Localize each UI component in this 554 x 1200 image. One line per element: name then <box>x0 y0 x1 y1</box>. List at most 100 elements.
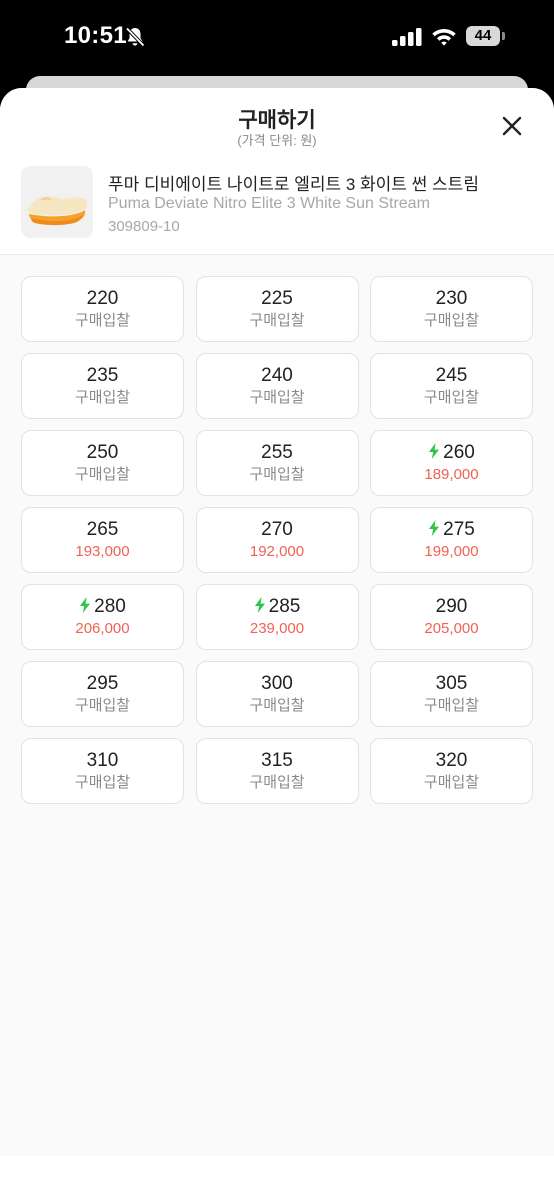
size-label: 290 <box>371 596 532 618</box>
sheet-header: 구매하기 (가격 단위: 원) 푸마 디비에이트 나이트로 엘리트 3 화이트 … <box>0 88 554 254</box>
size-price: 192,000 <box>249 543 305 560</box>
size-label: 245 <box>371 365 532 387</box>
battery-tip <box>502 32 505 40</box>
size-value: 220 <box>86 288 119 309</box>
size-grid: 220 구매입찰 225 구매입찰 230 구매입찰 235 구매입찰 240 구매입찰 245 구매… <box>21 276 533 804</box>
size-price: 193,000 <box>75 543 130 560</box>
size-option-235[interactable]: 235 구매입찰 <box>21 353 184 419</box>
size-value: 320 <box>435 750 468 771</box>
purchase-sheet: 구매하기 (가격 단위: 원) 푸마 디비에이트 나이트로 엘리트 3 화이트 … <box>0 88 554 1200</box>
size-option-225[interactable]: 225 구매입찰 <box>195 276 359 342</box>
size-value: 265 <box>86 519 119 540</box>
bid-label: 구매입찰 <box>74 312 131 329</box>
bid-label: 구매입찰 <box>249 312 305 329</box>
status-time: 10:51 <box>64 22 127 49</box>
size-price: 206,000 <box>75 620 130 637</box>
size-label: 265 <box>22 519 183 541</box>
size-label: 255 <box>197 442 358 464</box>
size-option-310[interactable]: 310 구매입찰 <box>21 738 184 804</box>
size-value: 245 <box>435 365 468 386</box>
size-value: 310 <box>86 750 119 771</box>
product-name-korean: 푸마 디비에이트 나이트로 엘리트 3 화이트 썬 스트림 <box>108 175 479 194</box>
size-option-290[interactable]: 290 205,000 <box>370 584 533 650</box>
size-label: 295 <box>22 673 183 695</box>
bid-label: 구매입찰 <box>249 774 305 791</box>
lightning-bolt-icon <box>429 520 440 536</box>
size-option-240[interactable]: 240 구매입찰 <box>195 353 359 419</box>
sneaker-image <box>21 166 93 238</box>
size-value: 275 <box>443 519 475 540</box>
size-label: 305 <box>371 673 532 695</box>
size-value: 255 <box>261 442 293 463</box>
bottom-safe-area <box>0 1156 554 1200</box>
product-code: 309809-10 <box>108 218 180 235</box>
size-value: 280 <box>94 596 126 617</box>
size-option-265[interactable]: 265 193,000 <box>21 507 184 573</box>
bid-label: 구매입찰 <box>249 466 305 483</box>
size-label: 260 <box>371 442 532 464</box>
size-label: 285 <box>197 596 358 618</box>
bid-label: 구매입찰 <box>74 697 131 714</box>
size-option-270[interactable]: 270 192,000 <box>195 507 359 573</box>
size-value: 285 <box>268 596 301 617</box>
size-value: 260 <box>443 442 475 463</box>
size-option-245[interactable]: 245 구매입찰 <box>370 353 533 419</box>
size-label: 235 <box>22 365 183 387</box>
size-label: 230 <box>371 288 532 310</box>
size-label: 270 <box>197 519 358 541</box>
size-label: 320 <box>371 750 532 772</box>
size-option-305[interactable]: 305 구매입찰 <box>370 661 533 727</box>
size-value: 250 <box>86 442 119 463</box>
size-label: 250 <box>22 442 183 464</box>
battery-icon: 44 <box>466 26 500 46</box>
size-price: 199,000 <box>424 543 479 560</box>
size-value: 230 <box>435 288 468 309</box>
lightning-bolt-icon <box>254 597 265 613</box>
size-price: 189,000 <box>424 466 479 483</box>
bid-label: 구매입찰 <box>423 697 480 714</box>
bid-label: 구매입찰 <box>249 697 305 714</box>
size-value: 225 <box>261 288 293 309</box>
size-option-275[interactable]: 275 199,000 <box>370 507 533 573</box>
lightning-bolt-icon <box>80 597 91 613</box>
size-value: 305 <box>435 673 468 694</box>
size-option-285[interactable]: 285 239,000 <box>195 584 359 650</box>
size-option-320[interactable]: 320 구매입찰 <box>370 738 533 804</box>
product-image <box>21 166 93 238</box>
size-label: 240 <box>197 365 358 387</box>
size-label: 310 <box>22 750 183 772</box>
wifi-icon <box>432 29 456 46</box>
bid-label: 구매입찰 <box>249 389 305 406</box>
close-icon[interactable] <box>498 112 526 140</box>
size-value: 290 <box>435 596 468 617</box>
size-label: 225 <box>197 288 358 310</box>
price-unit-note: (가격 단위: 원) <box>237 133 317 148</box>
product-name-english: Puma Deviate Nitro Elite 3 White Sun Str… <box>108 195 430 212</box>
size-price: 239,000 <box>249 620 305 637</box>
bid-label: 구매입찰 <box>74 466 131 483</box>
bid-label: 구매입찰 <box>423 312 480 329</box>
size-value: 300 <box>261 673 293 694</box>
size-option-315[interactable]: 315 구매입찰 <box>195 738 359 804</box>
bid-label: 구매입찰 <box>423 389 480 406</box>
size-option-300[interactable]: 300 구매입찰 <box>195 661 359 727</box>
size-option-220[interactable]: 220 구매입찰 <box>21 276 184 342</box>
size-label: 275 <box>371 519 532 541</box>
size-price: 205,000 <box>424 620 479 637</box>
size-option-250[interactable]: 250 구매입찰 <box>21 430 184 496</box>
size-value: 235 <box>86 365 119 386</box>
size-option-255[interactable]: 255 구매입찰 <box>195 430 359 496</box>
bid-label: 구매입찰 <box>74 774 131 791</box>
size-option-260[interactable]: 260 189,000 <box>370 430 533 496</box>
size-option-230[interactable]: 230 구매입찰 <box>370 276 533 342</box>
status-bar: 10:51 44 <box>0 0 554 76</box>
size-label: 315 <box>197 750 358 772</box>
size-value: 295 <box>86 673 119 694</box>
size-label: 220 <box>22 288 183 310</box>
size-option-295[interactable]: 295 구매입찰 <box>21 661 184 727</box>
size-value: 240 <box>261 365 293 386</box>
signal-icon <box>392 28 422 46</box>
size-option-280[interactable]: 280 206,000 <box>21 584 184 650</box>
bid-label: 구매입찰 <box>423 774 480 791</box>
size-label: 300 <box>197 673 358 695</box>
